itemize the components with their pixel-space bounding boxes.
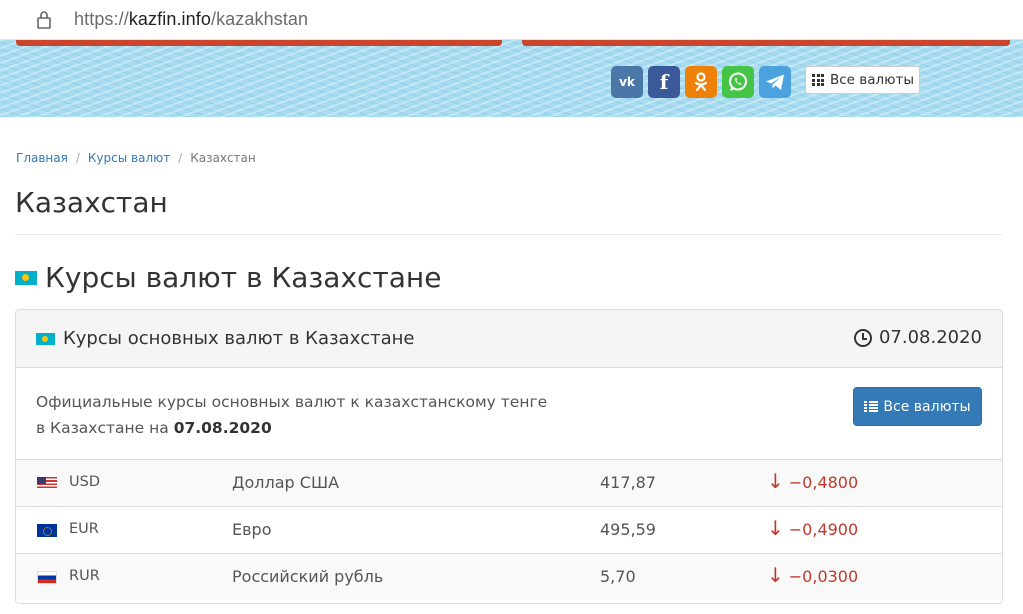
- all-currencies-top-label: Все валюты: [830, 72, 915, 88]
- down-arrow-icon: ↓: [767, 516, 784, 540]
- currency-name: Доллар США: [232, 473, 340, 492]
- usa-flag-icon: [37, 477, 57, 490]
- currency-rate: 5,70: [600, 567, 636, 586]
- russia-flag-icon: [37, 571, 57, 584]
- clock-icon: [853, 328, 872, 347]
- list-icon: [864, 400, 879, 413]
- breadcrumb: Главная / Курсы валют / Казахстан: [16, 151, 256, 165]
- all-currencies-top-button[interactable]: Все валюты: [805, 66, 920, 94]
- nav-bar-right: [522, 40, 1010, 46]
- section-title-text: Курсы валют в Казахстане: [45, 261, 442, 294]
- all-currencies-button-label: Все валюты: [883, 398, 971, 415]
- breadcrumb-current: Казахстан: [190, 151, 256, 165]
- currency-code: EUR: [69, 521, 99, 537]
- panel-title: Курсы основных валют в Казахстане: [36, 328, 415, 349]
- url-text[interactable]: https://kazfin.info/kazakhstan: [74, 9, 308, 30]
- rates-panel: Курсы основных валют в Казахстане 07.08.…: [15, 309, 1003, 604]
- all-currencies-button[interactable]: Все валюты: [853, 387, 982, 426]
- address-bar[interactable]: https://kazfin.info/kazakhstan: [0, 0, 1023, 40]
- down-arrow-icon: ↓: [767, 563, 784, 587]
- lock-icon: [37, 11, 51, 29]
- ok-glyph: [694, 72, 708, 92]
- panel-description: Официальные курсы основных валют к казах…: [36, 389, 547, 441]
- change-value: −0,4800: [788, 473, 859, 492]
- grid-icon: [812, 74, 824, 86]
- breadcrumb-separator: /: [178, 151, 183, 165]
- currency-change: ↓ −0,4800: [767, 471, 859, 492]
- change-value: −0,4900: [788, 520, 859, 539]
- kazakhstan-flag-icon: [36, 332, 55, 345]
- breadcrumb-home[interactable]: Главная: [16, 151, 68, 165]
- currency-name: Евро: [232, 520, 272, 539]
- page-title: Казахстан: [15, 186, 168, 219]
- facebook-icon[interactable]: f: [648, 66, 680, 98]
- odnoklassniki-icon[interactable]: [685, 66, 717, 98]
- table-row[interactable]: EUR Евро 495,59 ↓ −0,4900: [16, 506, 1002, 553]
- rates-table: USD Доллар США 417,87 ↓ −0,4800 EUR Евро …: [16, 459, 1002, 600]
- currency-change: ↓ −0,0300: [767, 565, 859, 586]
- currency-code: RUR: [69, 568, 100, 584]
- panel-date: 07.08.2020: [853, 327, 982, 348]
- description-line-1: Официальные курсы основных валют к казах…: [36, 393, 548, 411]
- panel-title-text: Курсы основных валют в Казахстане: [63, 328, 415, 349]
- currency-name: Российский рубль: [232, 567, 384, 586]
- nav-bar-left: [16, 40, 502, 46]
- table-row[interactable]: USD Доллар США 417,87 ↓ −0,4800: [16, 459, 1002, 506]
- currency-code: USD: [69, 474, 100, 490]
- currency-rate: 417,87: [600, 473, 656, 492]
- telegram-glyph: [766, 74, 784, 90]
- panel-date-text: 07.08.2020: [878, 327, 982, 348]
- whatsapp-glyph: [729, 72, 747, 91]
- divider: [15, 234, 1003, 235]
- eu-flag-icon: [37, 524, 57, 537]
- vk-icon[interactable]: vk: [611, 66, 643, 98]
- kazakhstan-flag-icon: [15, 270, 37, 285]
- panel-header: Курсы основных валют в Казахстане 07.08.…: [16, 310, 1002, 368]
- url-prefix: https://: [74, 9, 129, 29]
- telegram-icon[interactable]: [759, 66, 791, 98]
- currency-rate: 495,59: [600, 520, 656, 539]
- down-arrow-icon: ↓: [767, 469, 784, 493]
- currency-change: ↓ −0,4900: [767, 518, 859, 539]
- table-row[interactable]: RUR Российский рубль 5,70 ↓ −0,0300: [16, 553, 1002, 600]
- breadcrumb-rates[interactable]: Курсы валют: [88, 151, 170, 165]
- section-title: Курсы валют в Казахстане: [15, 261, 441, 294]
- description-date: 07.08.2020: [173, 419, 272, 437]
- change-value: −0,0300: [788, 567, 859, 586]
- description-line-2-prefix: в Казахстане на: [36, 419, 174, 437]
- url-host: kazfin.info: [128, 9, 211, 29]
- whatsapp-icon[interactable]: [722, 66, 754, 98]
- breadcrumb-separator: /: [75, 151, 80, 165]
- url-path: /kazakhstan: [210, 9, 309, 29]
